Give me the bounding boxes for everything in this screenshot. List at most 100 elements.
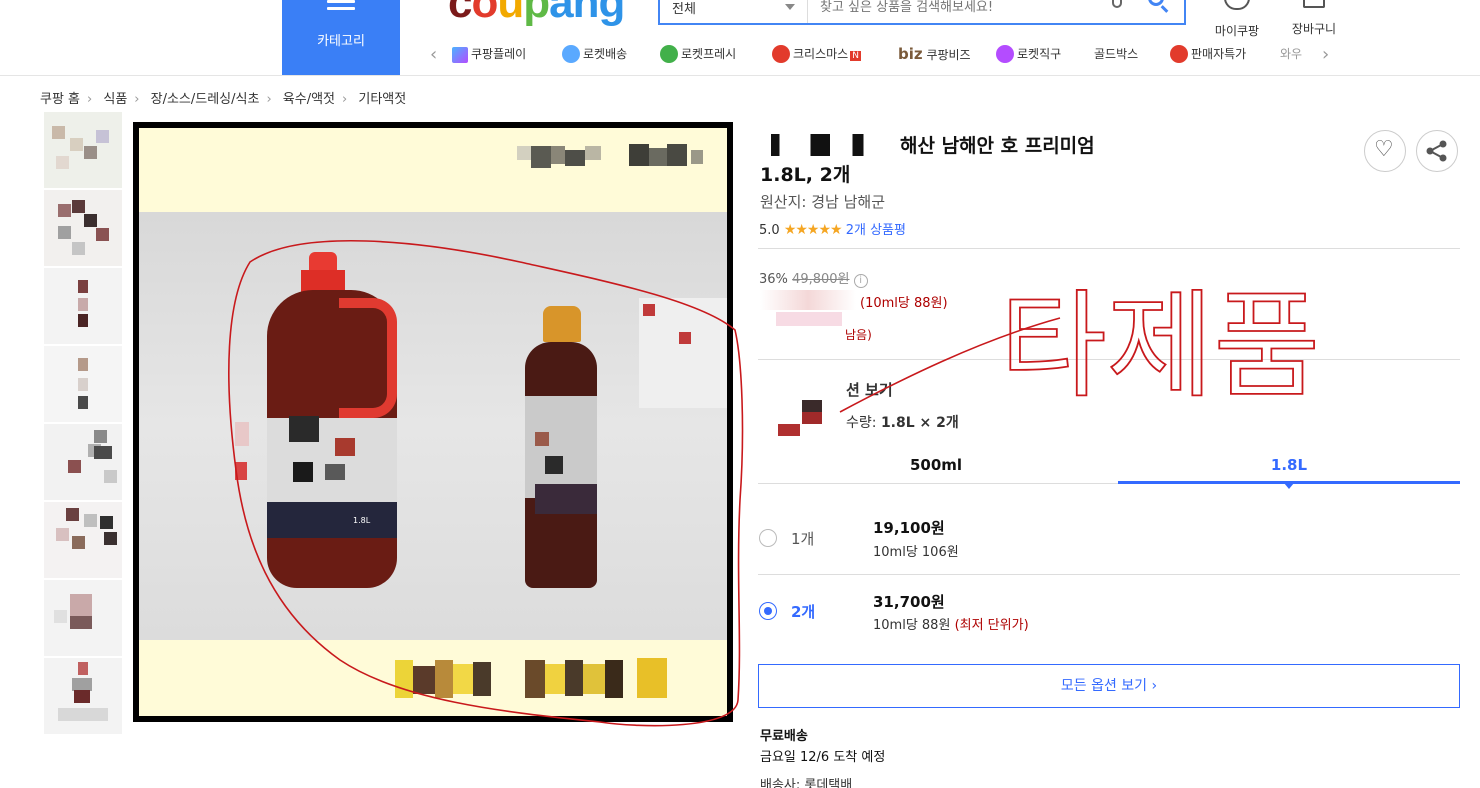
cart-button[interactable]: 장바구니 [1284, 0, 1344, 37]
bottle-cap [543, 306, 581, 342]
coupang-logo[interactable]: coupang [448, 0, 625, 28]
chevron-down-icon [785, 4, 795, 10]
search-scope-select[interactable]: 전체 [660, 0, 808, 23]
share-button[interactable] [1416, 130, 1458, 172]
thumbnail[interactable] [44, 346, 122, 422]
blurred-label [535, 484, 597, 514]
category-label: 카테고리 [317, 34, 365, 49]
option-unit-price: 10ml당 106원 [873, 541, 959, 560]
unit-price-text: 10ml당 106원 [873, 545, 959, 560]
all-options-button[interactable]: 모든 옵션 보기 › [758, 664, 1460, 708]
option-price: 31,700원 [873, 593, 945, 611]
breadcrumb-item[interactable]: 식품 [103, 92, 127, 107]
rating-row: 5.0 ★★★★★ 2개 상품평 [759, 219, 906, 238]
nav-item-rocket[interactable]: 로켓배송 [562, 45, 627, 63]
nav-item-rocketjikgu[interactable]: 로켓직구 [996, 45, 1061, 63]
wishlist-button[interactable]: ♡ [1364, 130, 1406, 172]
nav-item-goldbox[interactable]: 골드박스 [1094, 45, 1138, 62]
nav-item-christmas[interactable]: 크리스마스 N [772, 45, 861, 63]
blurred-sale-price [760, 290, 856, 310]
category-button[interactable]: 카테고리 [282, 0, 400, 75]
jug-neck [301, 270, 345, 292]
nav-label: 로켓배송 [583, 47, 628, 61]
discount-row: 36% 49,800원 i [759, 268, 868, 288]
nav-item-seller-deal[interactable]: 판매자특가 [1170, 45, 1246, 63]
divider [758, 359, 1460, 360]
blurred-label [325, 464, 345, 480]
rating-score: 5.0 [759, 223, 780, 238]
main-product-image[interactable]: 1.8L [133, 122, 733, 722]
divider [758, 574, 1460, 575]
annotation-text: 타제품 [1000, 279, 1320, 414]
microphone-icon[interactable] [1112, 0, 1122, 8]
blurred-title-text [760, 134, 900, 156]
heart-icon: ♡ [1374, 137, 1394, 162]
thumbnail[interactable] [44, 424, 122, 500]
blurred-label [535, 432, 549, 446]
search-input[interactable] [820, 0, 1110, 23]
unit-price: (10ml당 88원) [860, 296, 948, 311]
santa-icon [772, 45, 790, 63]
new-badge: N [850, 51, 861, 61]
tab-500ml[interactable]: 500ml [758, 454, 1118, 484]
blurred-sticker [235, 462, 247, 480]
mycoupang-button[interactable]: 마이쿠팡 [1208, 0, 1266, 39]
nav-label: 쿠팡플레이 [471, 47, 527, 61]
product-title-line1: 해산 남해안 호 프리미엄 [760, 132, 1340, 161]
search-bar: 전체 [658, 0, 1186, 25]
jug-handle [339, 298, 397, 418]
breadcrumb-item[interactable]: 장/소스/드레싱/식초 [151, 92, 260, 107]
blurred-label [335, 438, 355, 456]
stock-note: 남음) [845, 328, 872, 342]
selected-quantity: 수량: 1.8L × 2개 [846, 412, 959, 432]
breadcrumb-item[interactable]: 육수/액젓 [283, 92, 335, 107]
nav-item-rocketfresh[interactable]: 로켓프레시 [660, 45, 736, 63]
radio-button[interactable] [759, 529, 777, 547]
menu-icon [327, 0, 355, 16]
nav-label: 크리스마스 [793, 47, 849, 61]
thumbnail[interactable] [44, 658, 122, 734]
original-price: 49,800원 [792, 272, 850, 287]
option-count: 1개 [791, 530, 815, 548]
rocket-fresh-icon [660, 45, 678, 63]
globe-rocket-icon [996, 45, 1014, 63]
nav-label: 와우 [1280, 47, 1303, 61]
thumbnail-list [44, 112, 122, 736]
review-count-link[interactable]: 2개 상품평 [846, 223, 906, 238]
thumbnail[interactable] [44, 268, 122, 344]
biz-icon: biz [898, 45, 923, 63]
discount-rate: 36% [759, 272, 788, 287]
blurred-label [293, 462, 313, 482]
thumbnail[interactable] [44, 190, 122, 266]
search-icon[interactable] [1148, 0, 1164, 6]
title-text: 해산 남해안 호 프리미엄 [900, 135, 1095, 157]
blurred-stock-badge [776, 312, 842, 326]
blurred-label [545, 456, 563, 474]
bottle-volume-label: 1.8L [353, 516, 371, 525]
breadcrumb: 쿠팡 홈 › 식품 › 장/소스/드레싱/식초 › 육수/액젓 › 기타액젓 [40, 92, 407, 107]
breadcrumb-item[interactable]: 기타액젓 [358, 92, 406, 107]
thumbnail[interactable] [44, 502, 122, 578]
thumbnail[interactable] [44, 580, 122, 656]
nav-item-coupangplay[interactable]: 쿠팡플레이 [452, 45, 526, 63]
info-icon[interactable]: i [853, 274, 868, 288]
cart-icon [1303, 0, 1325, 8]
share-icon [1426, 140, 1447, 162]
tab-1-8l[interactable]: 1.8L [1118, 454, 1460, 489]
product-photo: 1.8L [139, 212, 727, 640]
user-icon [1224, 0, 1250, 10]
header: 카테고리 coupang 전체 마이쿠팡 장바구니 ‹ 쿠팡플레이 로켓배송 로… [0, 0, 1480, 76]
nav-label: 쿠팡비즈 [926, 48, 971, 62]
nav-item-wow[interactable]: 와우 [1280, 45, 1302, 62]
chevron-right-icon[interactable]: › [1322, 44, 1329, 65]
carrier-info: 배송사: 롯데택배 [760, 778, 853, 788]
thumbnail[interactable] [44, 112, 122, 188]
delivery-eta: 금요일 12/6 도착 예정 [760, 750, 886, 765]
radio-button-selected[interactable] [759, 602, 777, 620]
nav-item-coupangbiz[interactable]: biz 쿠팡비즈 [898, 45, 971, 63]
nav-label: 로켓직구 [1017, 47, 1062, 61]
chevron-left-icon[interactable]: ‹ [430, 44, 437, 65]
breadcrumb-item[interactable]: 쿠팡 홈 [40, 92, 80, 107]
origin-info: 원산지: 경남 남해군 [760, 193, 885, 211]
play-icon [452, 47, 468, 63]
